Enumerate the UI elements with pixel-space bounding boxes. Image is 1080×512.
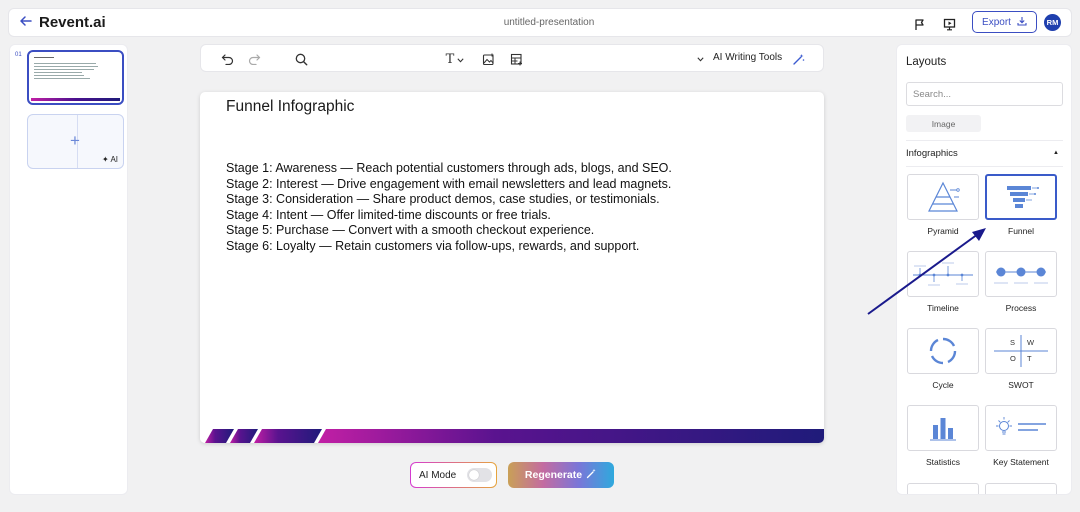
list-item: Stage 1: Awareness — Reach potential cus… bbox=[226, 161, 672, 175]
layout-card-process[interactable] bbox=[985, 251, 1057, 297]
regenerate-button[interactable]: Regenerate bbox=[508, 462, 614, 488]
slide-thumbnail[interactable] bbox=[27, 50, 124, 105]
slide-title[interactable]: Funnel Infographic bbox=[226, 98, 354, 116]
layout-search-input[interactable] bbox=[906, 82, 1063, 106]
export-button[interactable]: Export bbox=[972, 11, 1037, 33]
caret-up-icon: ▲ bbox=[1053, 150, 1059, 156]
cycle-icon bbox=[929, 337, 957, 365]
pyramid-icon bbox=[928, 181, 960, 212]
layouts-panel: Layouts Image Infographics ▲ Pyramid Fun… bbox=[896, 44, 1072, 495]
chevron-down-icon bbox=[457, 52, 464, 66]
filter-chip-image[interactable]: Image bbox=[906, 115, 981, 132]
layout-label-timeline: Timeline bbox=[927, 303, 959, 313]
layout-card-pyramid[interactable] bbox=[907, 174, 979, 220]
slide-footer-decoration bbox=[200, 429, 824, 443]
key-statement-icon bbox=[996, 417, 1046, 435]
sparkle-icon: ✦ bbox=[101, 155, 109, 164]
back-arrow-icon[interactable] bbox=[19, 14, 37, 32]
list-item: Stage 6: Loyalty — Retain customers via … bbox=[226, 238, 640, 253]
process-icon bbox=[994, 267, 1048, 284]
add-slide-button[interactable]: + ✦ AI bbox=[27, 114, 124, 169]
layout-label-pyramid: Pyramid bbox=[927, 226, 959, 236]
layout-card-swot[interactable]: S W O T bbox=[985, 328, 1057, 374]
list-item: Stage 4: Intent — Offer limited-time dis… bbox=[226, 207, 551, 222]
flag-icon[interactable] bbox=[910, 14, 930, 34]
table-icon[interactable] bbox=[507, 50, 525, 68]
ai-sparkle-label: ✦ AI bbox=[101, 155, 118, 164]
magic-wand-icon[interactable] bbox=[790, 50, 806, 68]
slide-number: 01 bbox=[15, 52, 22, 58]
ai-mode-toggle[interactable] bbox=[467, 468, 493, 482]
ai-mode-label: AI Mode bbox=[419, 469, 457, 481]
layout-label-statistics: Statistics bbox=[925, 457, 960, 467]
swot-letter-o: O bbox=[1010, 354, 1016, 363]
layout-card-statistics[interactable] bbox=[907, 405, 979, 451]
layout-card-timeline[interactable] bbox=[907, 251, 979, 297]
brand-logo[interactable]: Revent.ai bbox=[39, 14, 106, 32]
layout-label-funnel: Funnel bbox=[1008, 226, 1034, 236]
text-icon: T bbox=[445, 51, 455, 67]
search-icon[interactable] bbox=[292, 50, 310, 68]
avatar[interactable]: RM bbox=[1044, 14, 1061, 31]
list-item: Stage 3: Consideration — Share product d… bbox=[226, 192, 660, 207]
swot-letter-w: W bbox=[1027, 338, 1035, 347]
list-item: Stage 5: Purchase — Convert with a smoot… bbox=[226, 223, 595, 238]
image-icon[interactable] bbox=[479, 50, 497, 68]
text-tool-button[interactable]: T bbox=[441, 50, 469, 68]
present-icon[interactable] bbox=[939, 14, 959, 34]
chevron-down-icon[interactable] bbox=[695, 50, 705, 68]
layout-label-swot: SWOT bbox=[1008, 380, 1034, 390]
layout-label-key-statement: Key Statement bbox=[993, 457, 1049, 467]
layout-label-process: Process bbox=[1005, 303, 1037, 313]
layout-card-cycle[interactable] bbox=[907, 328, 979, 374]
swot-letter-t: T bbox=[1027, 354, 1032, 363]
magic-wand-icon bbox=[586, 468, 597, 482]
list-item: Stage 2: Interest — Drive engagement wit… bbox=[226, 176, 672, 191]
slide-canvas[interactable]: Funnel Infographic Stage 1: Awareness — … bbox=[200, 92, 824, 443]
layout-label-cycle: Cycle bbox=[932, 380, 954, 390]
top-bar: Revent.ai untitled-presentation Export R… bbox=[8, 8, 1072, 37]
slides-panel: 01 + ✦ AI bbox=[9, 44, 128, 495]
layout-card-funnel[interactable] bbox=[985, 174, 1057, 220]
swot-letter-s: S bbox=[1010, 338, 1015, 347]
slide-body-text[interactable]: Stage 1: Awareness — Reach potential cus… bbox=[226, 161, 672, 255]
download-icon bbox=[1017, 16, 1027, 29]
funnel-icon bbox=[1007, 186, 1039, 208]
timeline-icon bbox=[913, 262, 973, 286]
plus-icon: + bbox=[70, 131, 80, 150]
regenerate-label: Regenerate bbox=[524, 469, 583, 481]
ai-mode-control: AI Mode bbox=[410, 462, 497, 488]
export-label: Export bbox=[982, 16, 1011, 28]
undo-icon[interactable] bbox=[218, 50, 236, 68]
ai-writing-tools-button[interactable]: AI Writing Tools bbox=[713, 52, 782, 63]
layout-card-partial[interactable] bbox=[985, 483, 1057, 494]
redo-icon[interactable] bbox=[245, 50, 263, 68]
editor-toolbar: T AI Writing Tools bbox=[200, 44, 824, 72]
layouts-title: Layouts bbox=[906, 56, 947, 68]
statistics-icon bbox=[930, 418, 956, 441]
layout-card-key-statement[interactable] bbox=[985, 405, 1057, 451]
layout-card-partial[interactable] bbox=[907, 483, 979, 494]
section-infographics[interactable]: Infographics ▲ bbox=[906, 148, 1063, 162]
swot-icon: S W O T bbox=[994, 335, 1048, 367]
document-title[interactable]: untitled-presentation bbox=[449, 17, 649, 28]
